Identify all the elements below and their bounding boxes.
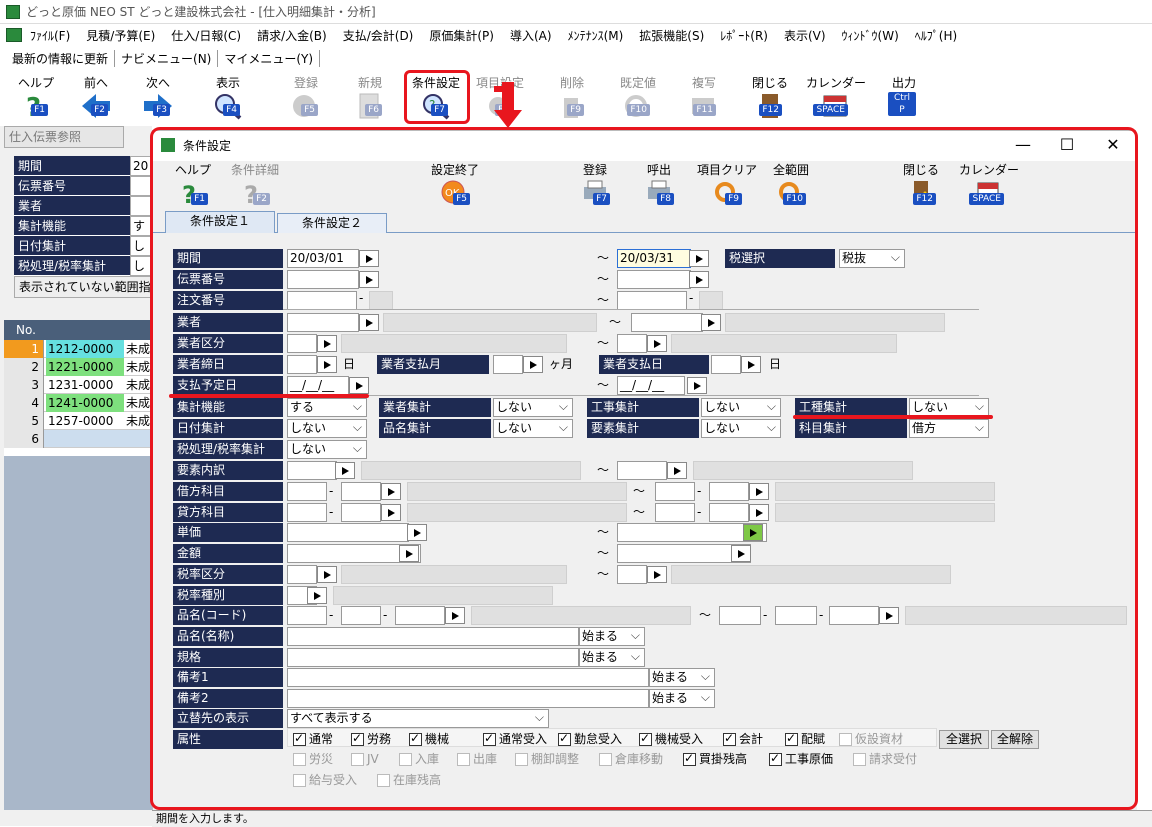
left-label-period: 期間 [14,156,130,176]
table-row[interactable]: 3 1231-0000 未成 [4,376,152,394]
menu-window[interactable]: ｳｨﾝﾄﾞｳ(W) [842,27,899,44]
menu-billing[interactable]: 請求/入金(B) [257,27,327,44]
magnifier-icon: F4 [212,92,244,120]
next-button[interactable]: 次へ F3 [128,74,188,126]
table-row[interactable]: 2 1221-0000 未成 [4,358,152,376]
menu-maintenance[interactable]: ﾒﾝﾃﾅﾝｽ(M) [568,27,624,44]
arrow-right-icon: F3 [142,92,174,120]
table-row[interactable]: 1 1212-0000 未成 [4,340,152,358]
menu-extension[interactable]: 拡張機能(S) [639,27,704,44]
question-icon: ?F1 [20,92,52,123]
copy-button[interactable]: 複写 F11 [674,74,734,126]
left-value-vendor [130,196,152,216]
my-menu-link[interactable]: マイメニュー(Y) [218,49,321,67]
new-button[interactable]: 新規 F6 [340,74,400,126]
new-doc-icon: F6 [354,92,386,120]
table-row[interactable]: 4 1241-0000 未成 [4,394,152,412]
title-bar: どっと原価 NEO ST どっと建設株式会社 - [仕入明細集計・分析] [0,0,1152,24]
left-label-agg: 集計機能 [14,216,130,236]
calendar-icon: SPACE [813,92,852,120]
slip-grid: 1 1212-0000 未成 2 1221-0000 未成 3 1231-0000 未成 4… [4,340,152,456]
menu-help[interactable]: ﾍﾙﾌﾟ(H) [915,27,957,44]
app-menu-icon[interactable] [6,28,22,42]
table-row[interactable]: 6 [4,430,152,448]
close-button[interactable]: 閉じる F12 [740,74,800,126]
left-value-date-agg: し [130,236,152,256]
menu-file[interactable]: ﾌｧｲﾙ(F) [30,27,70,44]
navi-menu-link[interactable]: ナビメニュー(N) [115,49,219,67]
arrow-left-icon: F2 [80,92,112,120]
menu-view[interactable]: 表示(V) [784,27,826,44]
copy-icon: F11 [688,92,720,120]
display-button[interactable]: 表示 F4 [198,74,258,126]
default-button[interactable]: 既定値 F10 [608,74,668,126]
down-arrow-icon [494,82,522,128]
register-button[interactable]: 登録 F5 [276,74,336,126]
grid-empty-area [4,456,152,810]
menu-bar: ﾌｧｲﾙ(F) 見積/予算(E) 仕入/日報(C) 請求/入金(B) 支払/会計… [0,24,1152,46]
menu-report[interactable]: ﾚﾎﾟｰﾄ(R) [720,27,768,44]
menu-payment[interactable]: 支払/会計(D) [343,27,414,44]
calendar-button[interactable]: カレンダー SPACE [806,74,866,126]
table-row[interactable]: 5 1257-0000 未成 [4,412,152,430]
refresh-icon: F10 [622,92,654,120]
left-value-period: 20 [130,156,152,176]
slip-reference-button[interactable]: 仕入伝票参照 [4,126,124,148]
printer-icon: Ctrl P [888,92,920,120]
main-toolbar: ヘルプ?F1 前へF2 次へF3 表示F4 登録F5 新規F6 条件設定?F7 … [0,70,1152,126]
left-label-vendor: 業者 [14,196,130,216]
trash-icon: F9 [556,92,588,120]
menu-purchase[interactable]: 仕入/日報(C) [171,27,241,44]
left-value-tax-agg: し [130,256,152,276]
refresh-link[interactable]: 最新の情報に更新 [6,49,116,67]
left-label-date-agg: 日付集計 [14,236,130,256]
menu-cost[interactable]: 原価集計(P) [429,27,494,44]
dialog-highlight [150,127,1138,810]
sub-menu-bar: 最新の情報に更新 ナビメニュー(N) マイメニュー(Y) [0,47,321,69]
app-icon [6,4,20,19]
grid-header: No. [4,320,152,340]
range-note: 表示されていない範囲指 [14,276,152,298]
condition-highlight [404,70,470,124]
output-button[interactable]: 出力 Ctrl P [874,74,934,126]
menu-setup[interactable]: 導入(A) [510,27,552,44]
left-value-slip [130,176,152,196]
menu-estimate[interactable]: 見積/予算(E) [86,27,155,44]
left-value-agg: す [130,216,152,236]
left-label-tax-agg: 税処理/税率集計 [14,256,130,276]
left-label-slip: 伝票番号 [14,176,130,196]
ok-icon: F5 [290,92,322,120]
status-bar: 期間を入力します。 [152,810,1152,827]
door-icon: F12 [754,92,786,120]
window-title: どっと原価 NEO ST どっと建設株式会社 - [仕入明細集計・分析] [26,5,376,19]
prev-button[interactable]: 前へ F2 [66,74,126,126]
help-button[interactable]: ヘルプ?F1 [6,74,66,126]
delete-button[interactable]: 削除 F9 [542,74,602,126]
